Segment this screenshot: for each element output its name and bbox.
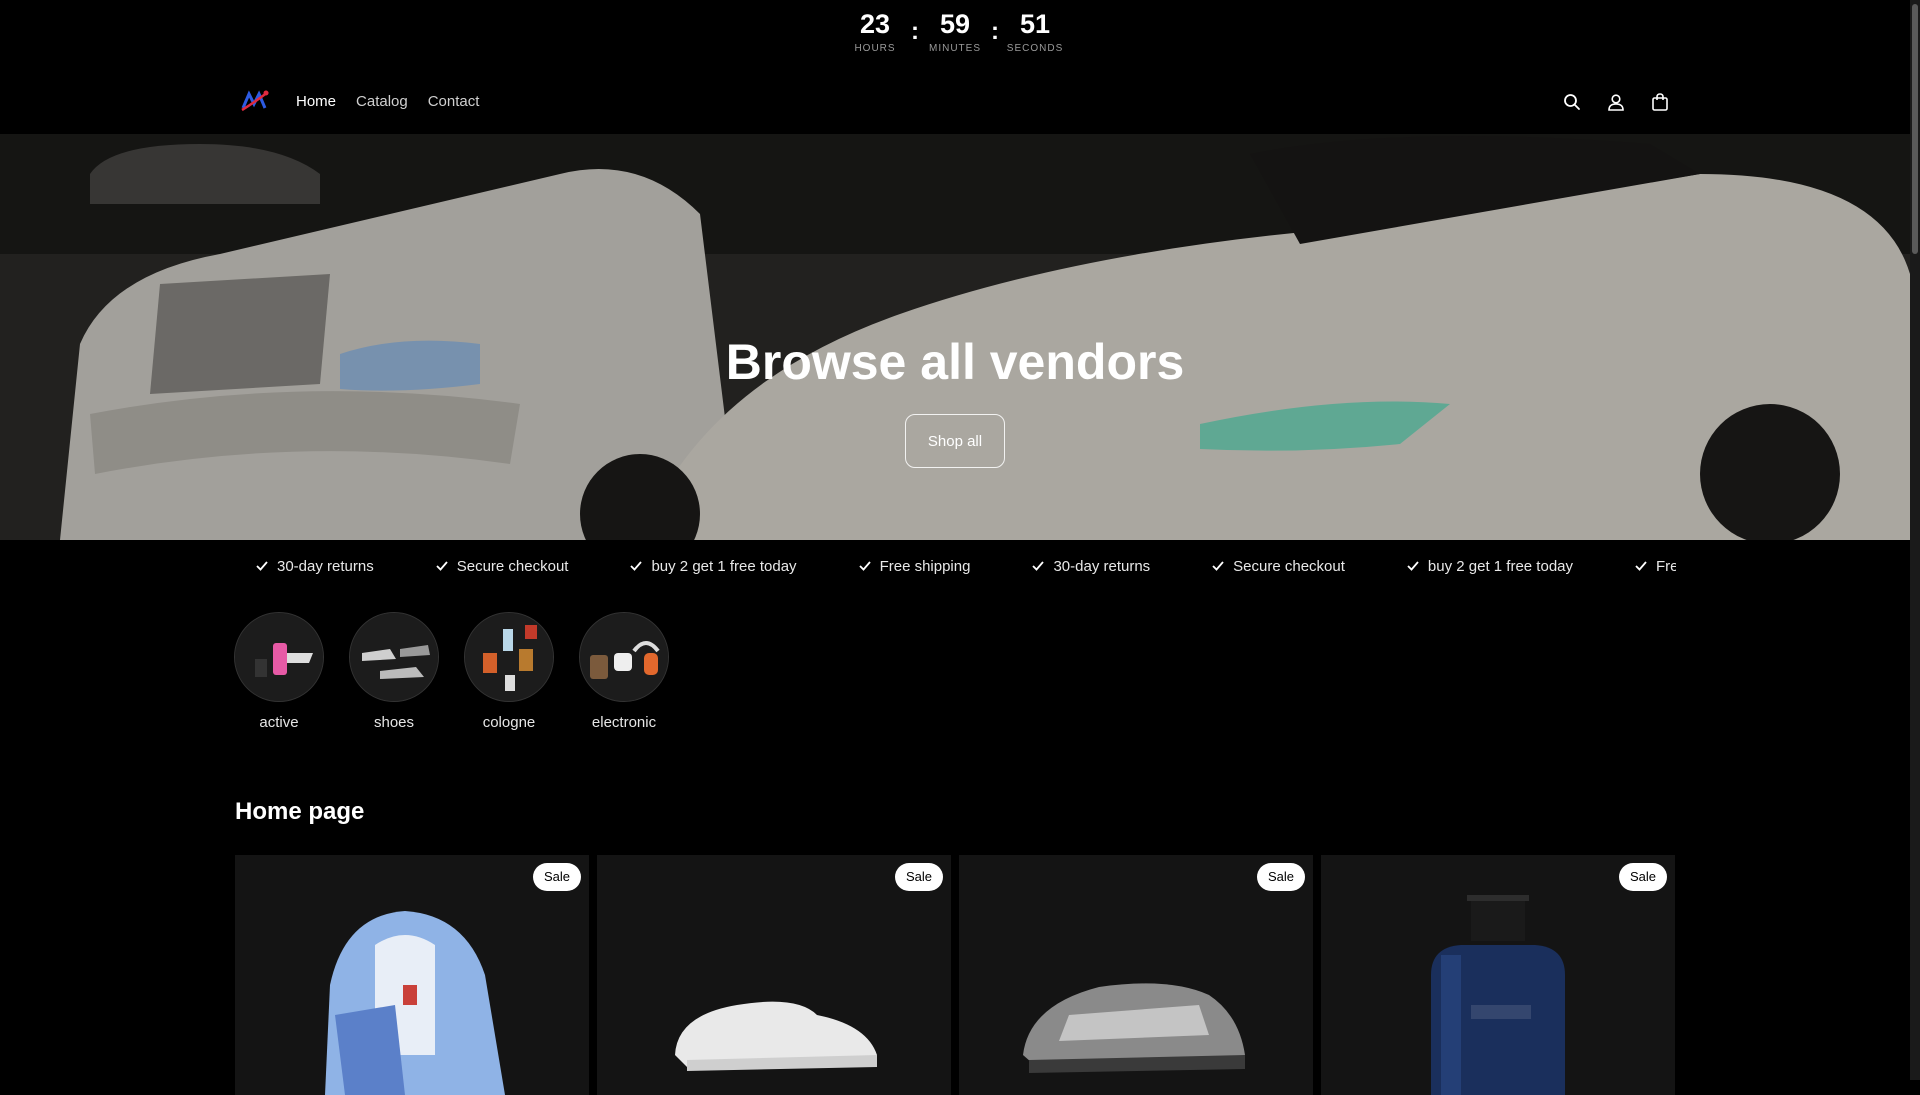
category-cologne[interactable]: cologne — [464, 612, 554, 731]
marquee-item: 30-day returns — [255, 558, 374, 575]
sale-badge: Sale — [1618, 863, 1667, 891]
check-icon — [1212, 561, 1224, 571]
category-shoes[interactable]: shoes — [349, 612, 439, 731]
countdown-hours: 23 HOURS — [847, 10, 903, 54]
cart-icon[interactable] — [1648, 90, 1672, 114]
check-icon — [1407, 561, 1419, 571]
product-card[interactable]: Sale — [235, 855, 589, 1095]
category-image[interactable] — [349, 612, 439, 702]
store-logo[interactable] — [240, 88, 270, 114]
sale-badge: Sale — [894, 863, 943, 891]
check-icon — [436, 561, 448, 571]
product-card[interactable]: Sale — [1321, 855, 1675, 1095]
marquee-item: 30-day returns — [1031, 558, 1150, 575]
countdown-seconds: 51 SECONDS — [1007, 10, 1063, 54]
check-icon — [630, 561, 643, 571]
marquee-text: Secure checkout — [456, 557, 569, 575]
category-label[interactable]: electronic — [592, 714, 656, 731]
nav-home[interactable]: Home — [296, 92, 336, 112]
hours-label: HOURS — [854, 43, 896, 54]
category-image[interactable] — [234, 612, 324, 702]
minutes-label: MINUTES — [929, 43, 981, 54]
marquee-item: Free shipping — [858, 557, 971, 575]
marquee-item: buy 2 get 1 free today — [1406, 558, 1573, 575]
search-icon[interactable] — [1560, 90, 1584, 114]
site-header: Home Catalog Contact — [0, 70, 1910, 134]
category-label[interactable]: active — [259, 714, 298, 731]
hero-title: Browse all vendors — [725, 334, 1185, 390]
page-scrollbar[interactable] — [1910, 0, 1920, 1080]
main-nav: Home Catalog Contact — [296, 92, 479, 112]
check-icon — [1032, 561, 1045, 571]
sale-badge: Sale — [532, 863, 581, 891]
product-image[interactable] — [235, 855, 589, 1095]
countdown-bar: 23 HOURS : 59 MINUTES : 51 SECONDS — [0, 0, 1910, 70]
scrollbar-thumb[interactable] — [1912, 4, 1918, 254]
section-title: Home page — [235, 798, 365, 825]
marquee-item: buy 2 get 1 free today — [629, 557, 797, 575]
shop-all-button[interactable]: Shop all — [905, 414, 1005, 468]
category-image[interactable] — [464, 612, 554, 702]
seconds-value: 51 — [1019, 9, 1051, 39]
benefits-marquee: 30-day returns Secure checkout buy 2 get… — [240, 540, 1676, 592]
category-active[interactable]: active — [234, 612, 324, 731]
nav-catalog[interactable]: Catalog — [356, 92, 408, 112]
marquee-item: Secure checkout — [435, 557, 569, 575]
product-card[interactable]: Sale — [959, 855, 1313, 1095]
check-icon — [256, 561, 268, 571]
minutes-value: 59 — [939, 9, 971, 39]
category-electronic[interactable]: electronic — [579, 612, 669, 731]
nav-contact[interactable]: Contact — [428, 92, 480, 112]
marquee-text: 30-day returns — [1053, 557, 1151, 575]
seconds-label: SECONDS — [1006, 43, 1064, 54]
sale-badge: Sale — [1256, 863, 1305, 891]
product-card[interactable]: Sale — [597, 855, 951, 1095]
marquee-text: Secure checkout — [1233, 557, 1345, 575]
product-image[interactable] — [597, 855, 951, 1095]
category-label[interactable]: shoes — [374, 714, 414, 731]
hero-banner: Browse all vendors Shop all — [0, 134, 1910, 540]
category-label[interactable]: cologne — [483, 714, 536, 731]
category-list: active shoes cologne electronic — [234, 612, 669, 731]
hours-value: 23 — [859, 9, 891, 39]
marquee-item: Secure checkout — [1211, 558, 1345, 575]
marquee-text: buy 2 get 1 free today — [651, 557, 797, 575]
header-icons — [1560, 90, 1672, 114]
product-image[interactable] — [1321, 855, 1675, 1095]
check-icon — [858, 561, 871, 571]
product-image[interactable] — [959, 855, 1313, 1095]
countdown-separator: : — [911, 18, 919, 45]
check-icon — [1635, 561, 1647, 571]
marquee-text: Free shipping — [1656, 557, 1676, 575]
category-image[interactable] — [579, 612, 669, 702]
marquee-text: 30-day returns — [277, 557, 374, 575]
marquee-item: Free shipping — [1634, 558, 1676, 575]
countdown-separator: : — [991, 18, 999, 45]
product-grid: Sale Sale Sale Sale — [235, 855, 1675, 1095]
marquee-text: Free shipping — [879, 557, 971, 575]
account-icon[interactable] — [1604, 90, 1628, 114]
countdown-minutes: 59 MINUTES — [927, 10, 983, 54]
marquee-text: buy 2 get 1 free today — [1427, 557, 1574, 575]
